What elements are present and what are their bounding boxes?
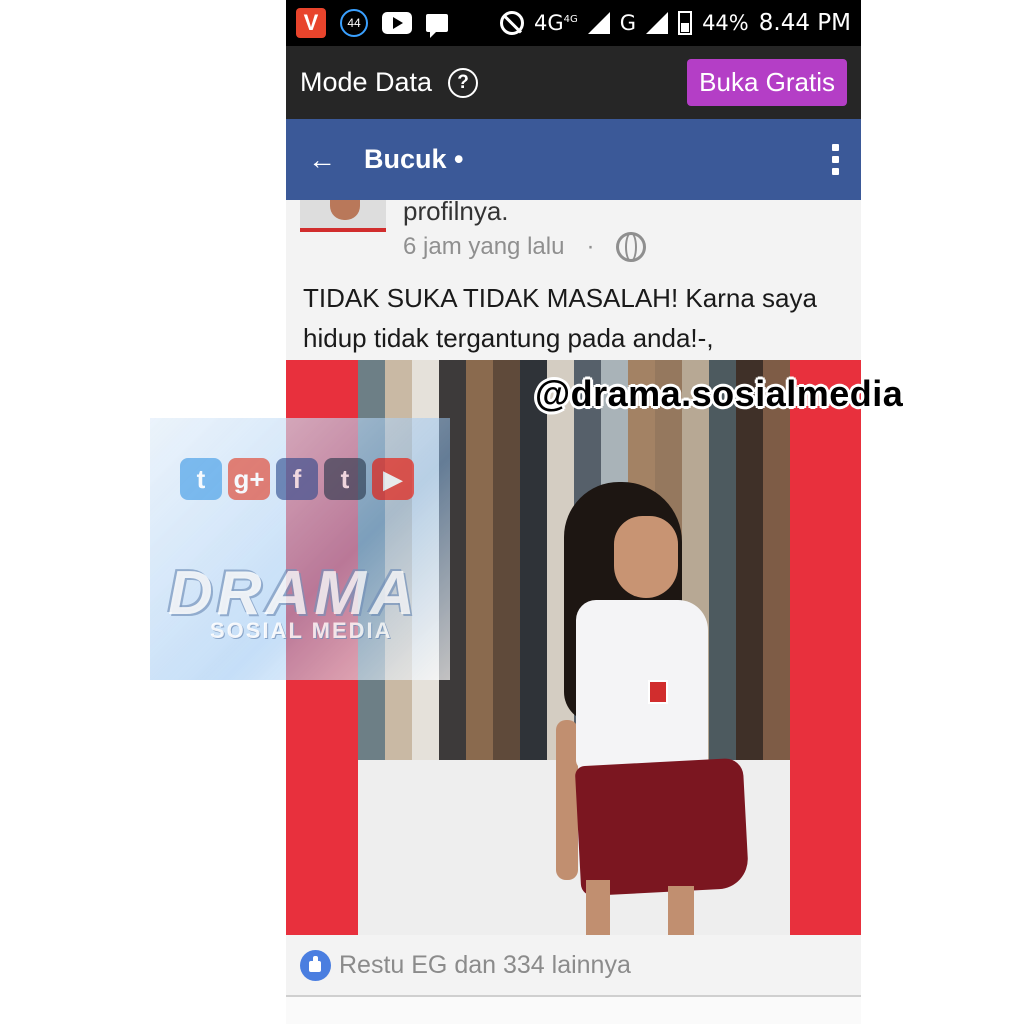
reactions-bar[interactable]: Restu EG dan 334 lainnya <box>286 935 861 995</box>
battery-percent: 44% <box>702 11 749 35</box>
network-4g-label: 4G4G <box>534 11 578 35</box>
page-title[interactable]: Bucuk • <box>364 144 463 175</box>
watermark-handle: @drama.sosialmedia <box>535 373 904 414</box>
signal-icon <box>587 12 610 34</box>
twitter-icon: t <box>180 458 222 500</box>
globe-icon <box>616 232 647 262</box>
logo-subtitle: SOSIAL MEDIA <box>210 618 393 643</box>
social-icons-cluster: t g+ f t ▶ <box>180 458 414 500</box>
googleplus-icon: g+ <box>228 458 270 500</box>
data-mode-title: Mode Data <box>300 67 433 97</box>
status-bar: V 44 4G4G G 44% 8.44 PM <box>286 0 861 46</box>
avatar[interactable] <box>300 200 386 232</box>
youtube-icon <box>382 12 412 34</box>
vidmate-icon: V <box>296 8 326 38</box>
photo-subject <box>556 480 766 935</box>
likes-text: Restu EG dan 334 lainnya <box>339 950 631 979</box>
post-meta: 6 jam yang lalu · <box>403 232 647 262</box>
post-body: TIDAK SUKA TIDAK MASALAH! Karna saya hid… <box>303 283 817 353</box>
message-icon <box>426 14 448 38</box>
network-g-label: G <box>619 11 637 35</box>
signal-icon-2 <box>646 12 669 34</box>
more-options-icon[interactable] <box>832 144 839 175</box>
data-mode-bar: Mode Data ? Buka Gratis <box>286 46 861 119</box>
battery-icon <box>678 11 693 35</box>
like-icon <box>300 949 331 981</box>
facebook-header: ← Bucuk • <box>286 119 861 200</box>
post-header-text: profilnya. <box>403 196 509 226</box>
facebook-icon: f <box>276 458 318 500</box>
notification-count-icon: 44 <box>340 9 368 37</box>
clock: 8.44 PM <box>758 10 851 36</box>
open-free-button[interactable]: Buka Gratis <box>687 59 847 106</box>
post-timestamp[interactable]: 6 jam yang lalu <box>403 233 564 261</box>
back-arrow-icon[interactable]: ← <box>308 144 336 176</box>
post-actions-bar <box>286 997 861 1024</box>
do-not-disturb-icon <box>500 11 525 35</box>
tumblr-icon: t <box>324 458 366 500</box>
help-icon[interactable]: ? <box>448 67 479 98</box>
drama-sosialmedia-logo: t g+ f t ▶ DRAMA SOSIAL MEDIA <box>150 418 450 680</box>
meta-separator: · <box>586 233 595 260</box>
youtube-logo-icon: ▶ <box>372 458 414 500</box>
